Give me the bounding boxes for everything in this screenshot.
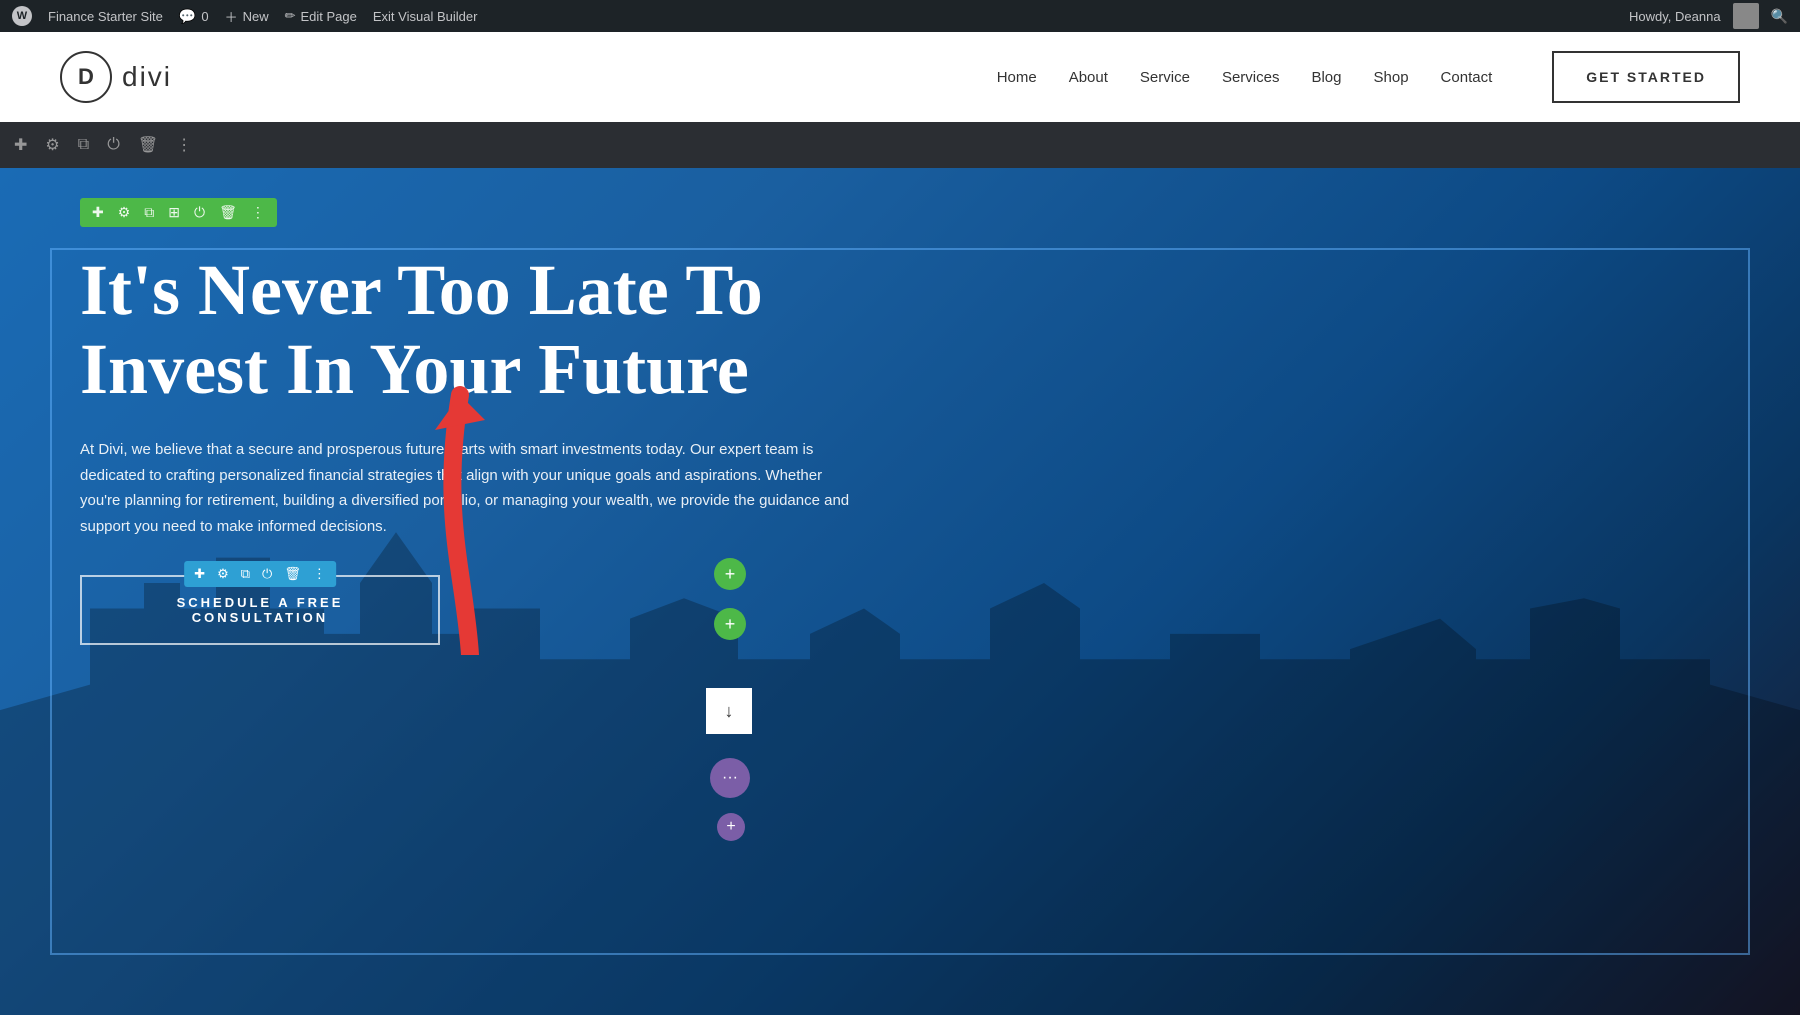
row-add-icon[interactable]: ✚ [92, 204, 104, 221]
nav-blog[interactable]: Blog [1311, 69, 1341, 86]
module-more-icon[interactable]: ⋮ [313, 566, 326, 582]
comments-link[interactable]: 💬 0 [179, 8, 209, 25]
exit-builder-link[interactable]: Exit Visual Builder [373, 9, 478, 24]
logo-letter: D [78, 64, 94, 90]
nav-service[interactable]: Service [1140, 69, 1190, 86]
search-icon[interactable]: 🔍 [1771, 8, 1788, 25]
row-more-icon[interactable]: ⋮ [251, 204, 265, 221]
site-name-text: Finance Starter Site [48, 9, 163, 24]
pencil-icon: ✏ [285, 8, 296, 24]
plus-icon: + [726, 818, 735, 836]
module-toolbar: ✚ ⚙ ⧉ ⏻ 🗑 ⋮ [184, 561, 336, 587]
row-settings-icon[interactable]: ⚙ [118, 204, 131, 221]
new-label: New [243, 9, 269, 24]
new-link[interactable]: ＋ New [225, 7, 269, 26]
plus-icon: ＋ [225, 7, 238, 26]
down-arrow-icon: ↓ [725, 701, 734, 722]
chat-icon: ··· [722, 769, 738, 787]
arrow-annotation [380, 375, 560, 660]
logo-circle: D [60, 51, 112, 103]
nav-home[interactable]: Home [997, 69, 1037, 86]
cta-button-label: SCHEDULE A FREE CONSULTATION [177, 595, 344, 625]
site-name-link[interactable]: Finance Starter Site [48, 9, 163, 24]
row-toolbar: ✚ ⚙ ⧉ ⊞ ⏻ 🗑 ⋮ [80, 198, 277, 227]
comment-bubble-icon: 💬 [179, 8, 196, 25]
builder-trash-icon[interactable]: 🗑 [138, 135, 158, 155]
logo-text: divi [122, 61, 172, 93]
main-nav: Home About Service Services Blog Shop Co… [997, 69, 1493, 86]
avatar[interactable] [1733, 3, 1759, 29]
nav-about[interactable]: About [1069, 69, 1108, 86]
site-header: D divi Home About Service Services Blog … [0, 32, 1800, 122]
nav-services[interactable]: Services [1222, 69, 1280, 86]
get-started-label: GET STARTED [1586, 69, 1706, 85]
builder-settings-icon[interactable]: ⚙ [45, 135, 59, 155]
builder-more-icon[interactable]: ⋮ [176, 135, 192, 155]
chat-button[interactable]: ··· [710, 758, 750, 798]
red-arrow-svg [380, 375, 560, 655]
scroll-down-button[interactable]: ↓ [706, 688, 752, 734]
admin-bar-right: Howdy, Deanna 🔍 [1629, 3, 1788, 29]
hero-section: ✚ ⚙ ⧉ ⊞ ⏻ 🗑 ⋮ It's Never Too Late To Inv… [0, 168, 1800, 1015]
exit-builder-label: Exit Visual Builder [373, 9, 478, 24]
wp-icon: W [12, 6, 32, 26]
builder-bar: ✚ ⚙ ⧉ ⏻ 🗑 ⋮ [0, 122, 1800, 168]
admin-bar: W Finance Starter Site 💬 0 ＋ New ✏ Edit … [0, 0, 1800, 32]
module-copy-icon[interactable]: ⧉ [241, 566, 250, 582]
nav-contact[interactable]: Contact [1441, 69, 1493, 86]
module-add-icon[interactable]: ✚ [194, 566, 205, 582]
site-logo[interactable]: D divi [60, 51, 172, 103]
cta-area: ✚ ⚙ ⧉ ⏻ 🗑 ⋮ SCHEDULE A FREE CONSULTATION [80, 575, 440, 645]
comment-count: 0 [201, 9, 208, 24]
module-trash-icon[interactable]: 🗑 [284, 566, 301, 582]
get-started-button[interactable]: GET STARTED [1552, 51, 1740, 103]
row-power-icon[interactable]: ⏻ [194, 204, 205, 221]
bottom-add-button[interactable]: + [717, 813, 745, 841]
row-trash-icon[interactable]: 🗑 [219, 204, 237, 221]
row-copy-icon[interactable]: ⧉ [144, 204, 154, 221]
edit-page-label: Edit Page [301, 9, 357, 24]
builder-power-icon[interactable]: ⏻ [107, 136, 120, 154]
module-power-icon[interactable]: ⏻ [262, 566, 272, 582]
wp-logo[interactable]: W [12, 6, 32, 26]
builder-add-icon[interactable]: ✚ [14, 135, 27, 155]
builder-copy-icon[interactable]: ⧉ [78, 136, 89, 154]
howdy-text: Howdy, Deanna [1629, 9, 1721, 24]
nav-shop[interactable]: Shop [1374, 69, 1409, 86]
edit-page-link[interactable]: ✏ Edit Page [285, 8, 357, 24]
row-columns-icon[interactable]: ⊞ [168, 204, 180, 221]
module-settings-icon[interactable]: ⚙ [217, 566, 229, 582]
hero-content: ✚ ⚙ ⧉ ⊞ ⏻ 🗑 ⋮ It's Never Too Late To Inv… [0, 168, 1800, 645]
